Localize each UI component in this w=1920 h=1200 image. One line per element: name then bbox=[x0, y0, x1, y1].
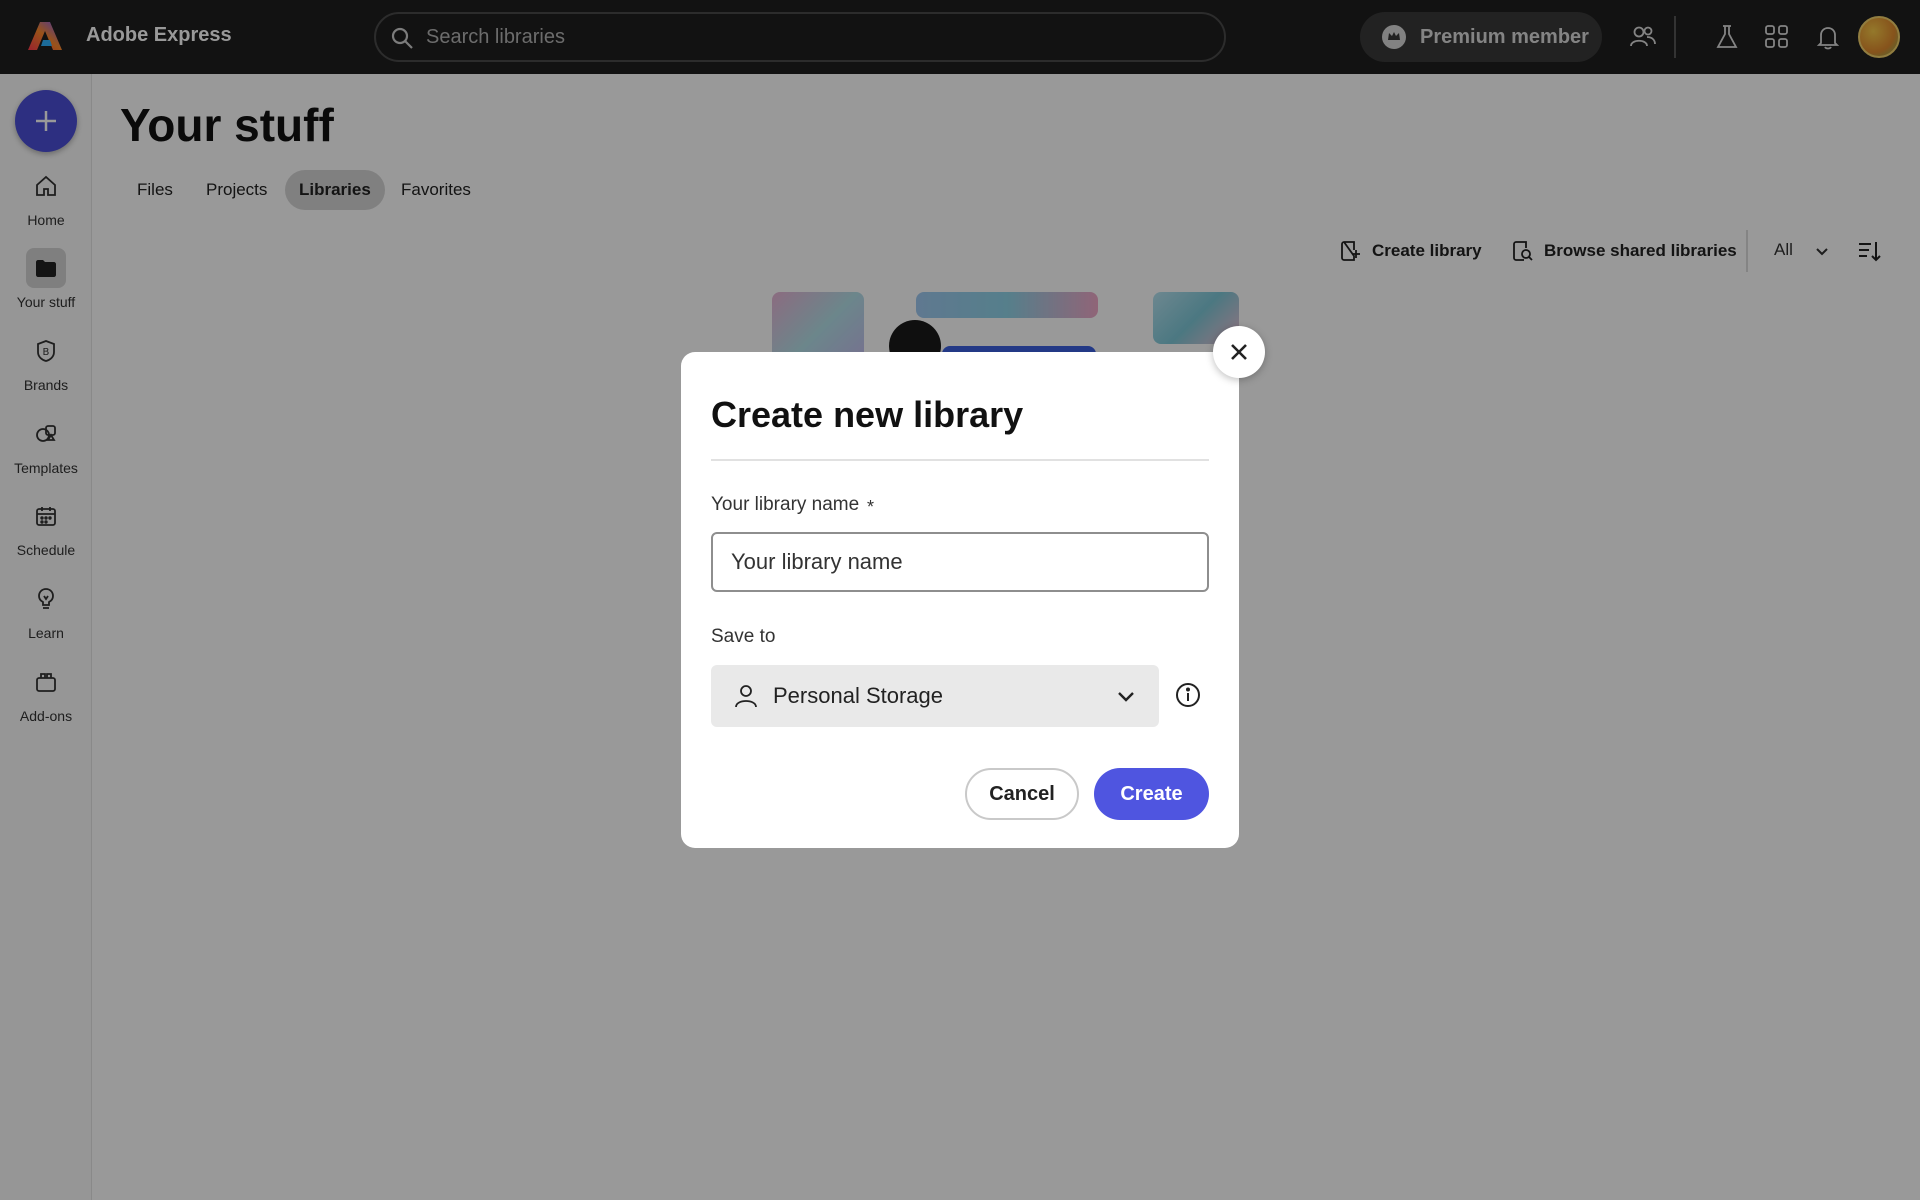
library-name-label: Your library name bbox=[711, 494, 860, 515]
dialog-title: Create new library bbox=[711, 394, 1024, 435]
cancel-button[interactable]: Cancel bbox=[965, 768, 1079, 820]
required-mark: * bbox=[867, 497, 875, 517]
library-name-input[interactable] bbox=[711, 532, 1209, 592]
close-icon bbox=[1231, 344, 1247, 360]
save-to-label: Save to bbox=[711, 626, 776, 647]
save-to-value: Personal Storage bbox=[773, 683, 943, 708]
dialog-divider bbox=[711, 459, 1209, 461]
save-to-dropdown[interactable]: Personal Storage bbox=[711, 665, 1159, 727]
chevron-down-icon bbox=[1118, 692, 1134, 702]
create-library-dialog: Create new library Your library name * S… bbox=[681, 352, 1239, 848]
person-icon bbox=[735, 685, 757, 708]
create-button[interactable]: Create bbox=[1094, 768, 1209, 820]
close-dialog-button[interactable] bbox=[1213, 326, 1265, 378]
info-icon[interactable] bbox=[1174, 681, 1202, 709]
